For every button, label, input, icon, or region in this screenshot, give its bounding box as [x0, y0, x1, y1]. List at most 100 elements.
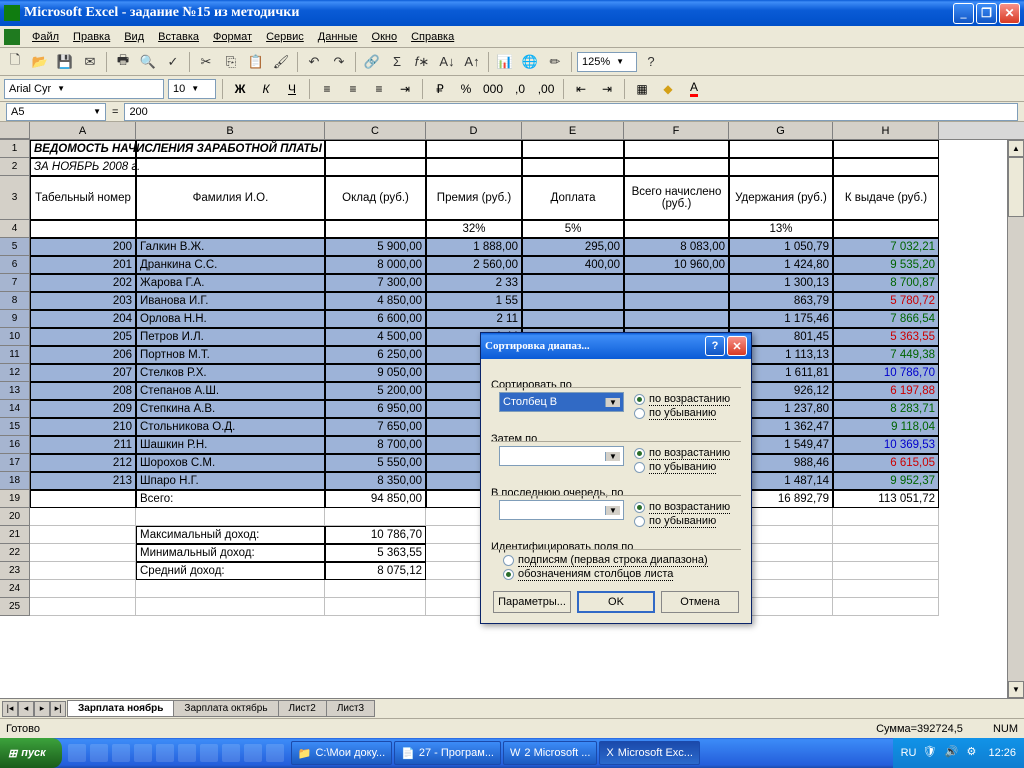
row-header[interactable]: 6 — [0, 256, 30, 274]
cell[interactable]: 10 786,70 — [833, 364, 939, 382]
cell[interactable]: 212 — [30, 454, 136, 472]
cell[interactable]: 1 55 — [426, 292, 522, 310]
cell[interactable]: 1 888,00 — [426, 238, 522, 256]
cell[interactable]: Минимальный доход: — [136, 544, 325, 562]
size-combo[interactable]: 10▼ — [168, 79, 216, 99]
cell[interactable]: 7 449,38 — [833, 346, 939, 364]
row-header[interactable]: 9 — [0, 310, 30, 328]
cell[interactable]: ВЕДОМОСТЬ НАЧИСЛЕНИЯ ЗАРАБОТНОЙ ПЛАТЫ — [30, 140, 136, 158]
cell[interactable]: Иванова И.Г. — [136, 292, 325, 310]
start-button[interactable]: ⊞ пуск — [0, 738, 62, 768]
col-F[interactable]: F — [624, 122, 729, 139]
cell[interactable] — [729, 158, 833, 176]
hyperlink-icon[interactable]: 🔗 — [361, 51, 383, 73]
preview-icon[interactable]: 🔍 — [137, 51, 159, 73]
cell[interactable]: Всего: — [136, 490, 325, 508]
cell[interactable] — [30, 490, 136, 508]
menu-view[interactable]: Вид — [118, 29, 150, 45]
tab-prev-icon[interactable]: ◂ — [18, 701, 34, 717]
cell[interactable]: 32% — [426, 220, 522, 238]
percent-icon[interactable]: % — [455, 78, 477, 100]
cell[interactable]: 8 000,00 — [325, 256, 426, 274]
print-icon[interactable]: 🖶 — [112, 51, 134, 73]
sheet-tab[interactable]: Лист2 — [278, 700, 327, 717]
cell[interactable]: 113 051,72 — [833, 490, 939, 508]
cell[interactable] — [136, 158, 325, 176]
cell[interactable]: 94 850,00 — [325, 490, 426, 508]
sort-column-3[interactable]: ▼ — [499, 500, 624, 520]
bold-button[interactable]: Ж — [229, 78, 251, 100]
cell[interactable]: 10 786,70 — [325, 526, 426, 544]
cell[interactable] — [30, 562, 136, 580]
menu-file[interactable]: Файл — [26, 29, 65, 45]
row-header[interactable]: 10 — [0, 328, 30, 346]
borders-icon[interactable]: ▦ — [631, 78, 653, 100]
col-G[interactable]: G — [729, 122, 833, 139]
font-combo[interactable]: Arial Cyr▼ — [4, 79, 164, 99]
cell[interactable] — [624, 310, 729, 328]
tray-icon[interactable]: 🛡 — [922, 745, 938, 761]
cell[interactable] — [833, 580, 939, 598]
cell[interactable] — [522, 292, 624, 310]
cell[interactable]: 295,00 — [522, 238, 624, 256]
cell[interactable] — [833, 220, 939, 238]
inc-decimal-icon[interactable]: ,0 — [509, 78, 531, 100]
row-header[interactable]: 1 — [0, 140, 30, 158]
cell[interactable]: 6 950,00 — [325, 400, 426, 418]
header-cell[interactable]: Табельный номер — [30, 176, 136, 220]
row-header[interactable]: 5 — [0, 238, 30, 256]
sheet-tab[interactable]: Зарплата октябрь — [173, 700, 278, 717]
row-header[interactable]: 13 — [0, 382, 30, 400]
paste-icon[interactable]: 📋 — [245, 51, 267, 73]
cell[interactable] — [833, 140, 939, 158]
function-icon[interactable]: f∗ — [411, 51, 433, 73]
radio-desc-3[interactable] — [634, 516, 645, 527]
cell[interactable]: 5 780,72 — [833, 292, 939, 310]
ql-icon[interactable] — [156, 744, 174, 762]
cell[interactable]: Стелков Р.Х. — [136, 364, 325, 382]
col-C[interactable]: C — [325, 122, 426, 139]
header-cell[interactable]: Фамилия И.О. — [136, 176, 325, 220]
underline-button[interactable]: Ч — [281, 78, 303, 100]
cell[interactable]: 202 — [30, 274, 136, 292]
cell[interactable]: Максимальный доход: — [136, 526, 325, 544]
cell[interactable] — [30, 508, 136, 526]
cell[interactable] — [30, 598, 136, 616]
row-header[interactable]: 4 — [0, 220, 30, 238]
name-box[interactable]: A5▼ — [6, 103, 106, 121]
select-all[interactable] — [0, 122, 30, 139]
row-header[interactable]: 7 — [0, 274, 30, 292]
cell[interactable]: Портнов М.Т. — [136, 346, 325, 364]
drawing-icon[interactable]: ✏ — [544, 51, 566, 73]
zoom-combo[interactable]: 125%▼ — [577, 52, 637, 72]
cell[interactable]: 201 — [30, 256, 136, 274]
row-header[interactable]: 21 — [0, 526, 30, 544]
cell[interactable]: 211 — [30, 436, 136, 454]
cell[interactable]: 8 700,87 — [833, 274, 939, 292]
cell[interactable] — [624, 158, 729, 176]
sheet-tab[interactable]: Лист3 — [326, 700, 375, 717]
merge-icon[interactable]: ⇥ — [394, 78, 416, 100]
taskbar-item[interactable]: XMicrosoft Exc... — [599, 741, 700, 765]
lang-indicator[interactable]: RU — [901, 747, 917, 759]
cell[interactable] — [833, 526, 939, 544]
header-cell[interactable]: Доплата — [522, 176, 624, 220]
header-cell[interactable]: Удержания (руб.) — [729, 176, 833, 220]
cell[interactable]: 203 — [30, 292, 136, 310]
cell[interactable]: 6 615,05 — [833, 454, 939, 472]
new-icon[interactable]: 🗋 — [4, 51, 26, 73]
menu-insert[interactable]: Вставка — [152, 29, 205, 45]
fill-color-icon[interactable]: ◆ — [657, 78, 679, 100]
cell[interactable] — [624, 140, 729, 158]
copy-icon[interactable]: ⎘ — [220, 51, 242, 73]
tab-first-icon[interactable]: |◂ — [2, 701, 18, 717]
cell[interactable] — [426, 158, 522, 176]
mail-icon[interactable]: ✉ — [79, 51, 101, 73]
menu-help[interactable]: Справка — [405, 29, 460, 45]
cell[interactable]: Орлова Н.Н. — [136, 310, 325, 328]
cell[interactable] — [30, 544, 136, 562]
cell[interactable]: Шорохов С.М. — [136, 454, 325, 472]
cell[interactable]: 1 050,79 — [729, 238, 833, 256]
cell[interactable]: Дранкина С.С. — [136, 256, 325, 274]
chart-icon[interactable]: 📊 — [494, 51, 516, 73]
